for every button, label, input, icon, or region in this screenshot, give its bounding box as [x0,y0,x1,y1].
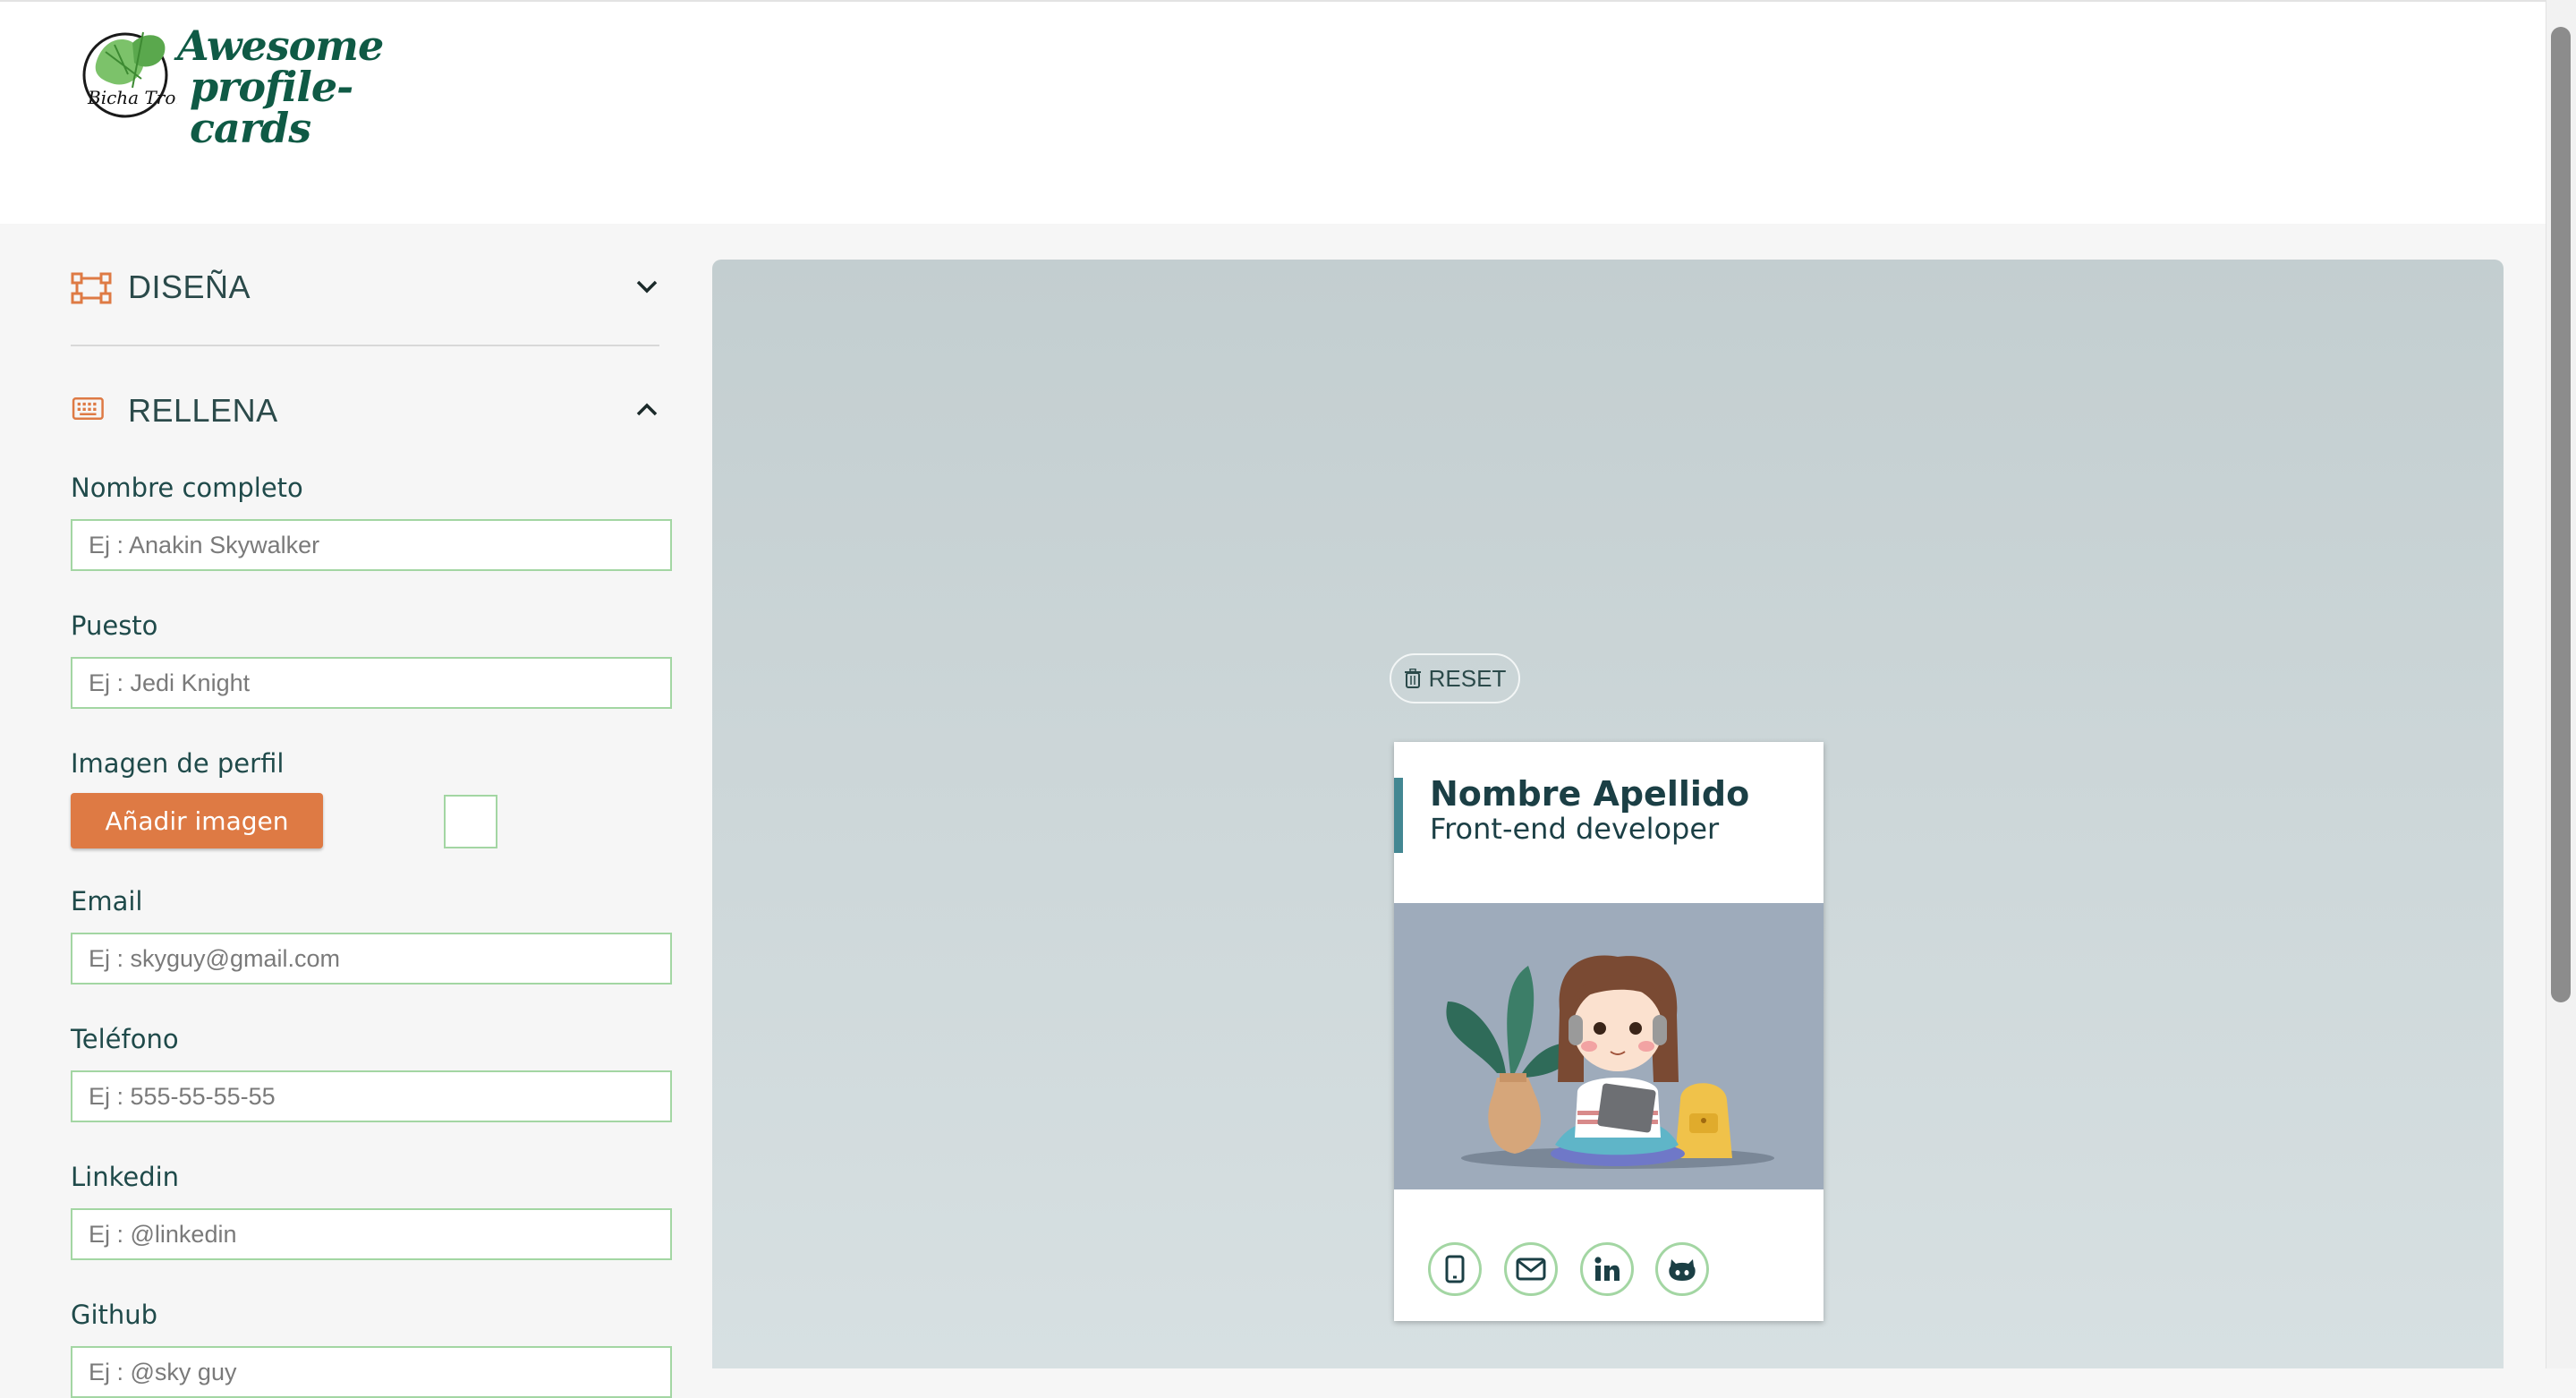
phone-label: Teléfono [71,1024,179,1054]
linkedin-input[interactable] [71,1208,672,1260]
card-photo [1394,903,1824,1189]
fullname-label: Nombre completo [71,473,303,503]
logo-badge-icon: Bicha Tronica [82,31,177,118]
reset-button[interactable]: RESET [1390,653,1520,703]
design-section-header[interactable]: DISEÑA [71,260,659,313]
logo-text: Awesome profile-cards [177,25,437,149]
keyboard-icon [72,397,104,420]
svg-text:Bicha Tronica: Bicha Tronica [87,87,177,108]
logo[interactable]: Bicha Tronica Awesome profile-cards [79,25,437,149]
card-email-button[interactable] [1504,1242,1558,1296]
profile-card: Nombre Apellido Front-end developer [1394,742,1824,1321]
profile-image-preview [444,795,497,848]
scrollbar-thumb[interactable] [2551,27,2571,1002]
email-label: Email [71,886,143,916]
fill-section-title: RELLENA [128,392,278,429]
email-input[interactable] [71,933,672,985]
fill-section-header[interactable]: RELLENA [71,383,659,437]
default-avatar-illustration [1446,955,1774,1169]
design-section-title: DISEÑA [128,269,251,305]
profile-image-label: Imagen de perfil [71,748,285,779]
github-input[interactable] [71,1346,672,1398]
card-name: Nombre Apellido [1430,774,1750,814]
linkedin-label: Linkedin [71,1162,180,1192]
chevron-up-icon[interactable] [634,397,659,422]
email-icon [1516,1257,1546,1281]
github-label: Github [71,1300,158,1330]
phone-icon [1445,1255,1465,1283]
trash-icon [1404,669,1421,688]
add-image-button[interactable]: Añadir imagen [71,793,323,848]
page-scrollbar[interactable] [2546,0,2576,1368]
chevron-down-icon[interactable] [634,274,659,299]
header: Bicha Tronica Awesome profile-cards [0,2,2546,224]
card-accent-bar [1394,778,1403,853]
phone-input[interactable] [71,1070,672,1122]
fullname-input[interactable] [71,519,672,571]
card-linkedin-button[interactable] [1580,1242,1634,1296]
card-github-button[interactable] [1655,1242,1709,1296]
github-icon [1669,1259,1696,1281]
linkedin-icon [1594,1257,1620,1281]
logo-line2: profile-cards [190,63,353,152]
reset-label: RESET [1428,664,1507,692]
section-divider [71,345,659,346]
card-phone-button[interactable] [1428,1242,1482,1296]
sidebar: DISEÑA RELLENA Nombre completo Puesto Im… [0,224,707,1398]
palette-nodes-icon [71,272,112,304]
job-input[interactable] [71,657,672,709]
card-job: Front-end developer [1430,812,1720,846]
job-label: Puesto [71,610,158,641]
